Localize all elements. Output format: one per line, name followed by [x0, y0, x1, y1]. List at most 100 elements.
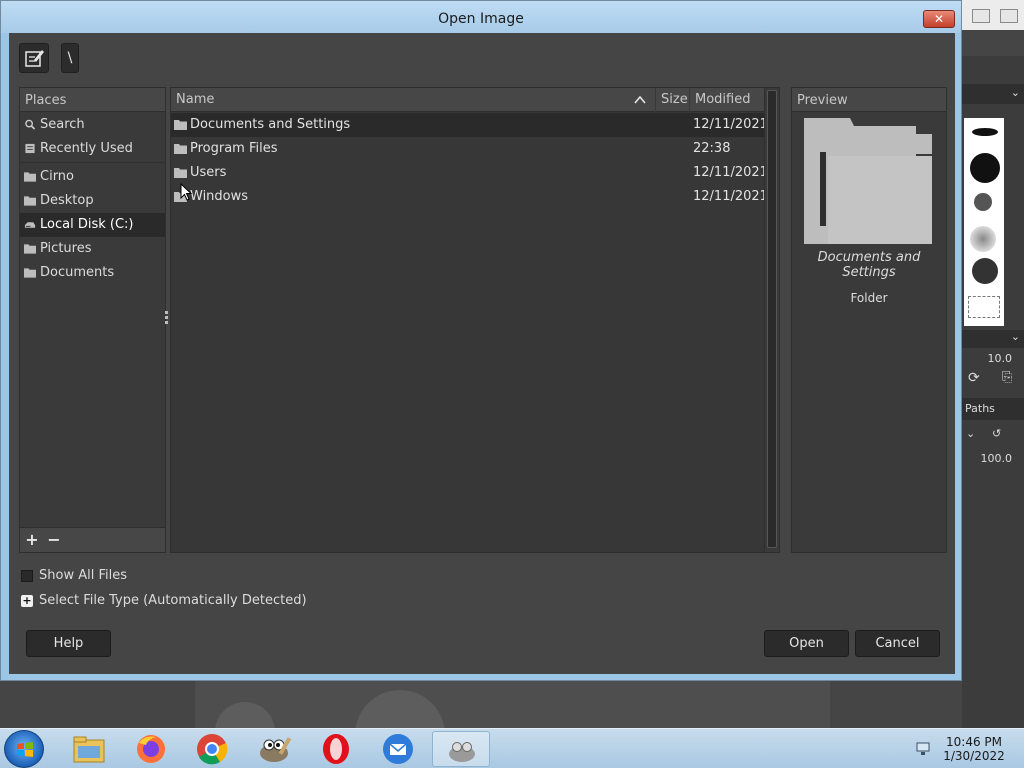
- dialog-body: \ Places Search Recently Used Cirno Desk…: [9, 33, 955, 674]
- type-location-button[interactable]: [19, 43, 49, 73]
- path-bar-root-button[interactable]: \: [61, 43, 79, 73]
- plus-expand-icon[interactable]: +: [21, 595, 33, 607]
- file-row[interactable]: Users 12/11/2021: [171, 161, 768, 185]
- file-list-header: Name Size Modified: [171, 88, 779, 112]
- places-panel: Places Search Recently Used Cirno Deskto…: [19, 87, 166, 553]
- file-row[interactable]: Program Files 22:38: [171, 137, 764, 161]
- brush-preview[interactable]: [972, 258, 998, 284]
- close-button[interactable]: ✕: [923, 10, 955, 28]
- tab-paths[interactable]: Paths: [965, 402, 995, 415]
- file-explorer-icon: [73, 736, 105, 763]
- file-modified: 12/11/2021: [693, 189, 768, 204]
- thunderbird-icon: [383, 734, 413, 764]
- brush-scroll[interactable]: ⌄: [962, 330, 1024, 348]
- pane-splitter-handle[interactable]: [165, 311, 168, 329]
- chevron-down-icon[interactable]: ⌄: [966, 427, 975, 440]
- chevron-down-icon[interactable]: ⌄: [1011, 330, 1020, 343]
- brush-selector-bar[interactable]: ⌄: [962, 84, 1024, 104]
- place-cirno[interactable]: Cirno: [20, 165, 165, 189]
- file-name: Windows: [190, 189, 249, 204]
- brush-preview[interactable]: [970, 153, 1000, 183]
- place-label: Documents: [40, 265, 115, 280]
- places-header: Places: [20, 88, 165, 112]
- add-bookmark-button[interactable]: +: [22, 530, 42, 550]
- place-documents[interactable]: Documents: [20, 261, 165, 285]
- file-row[interactable]: Documents and Settings 12/11/2021: [171, 113, 768, 137]
- file-name: Program Files: [190, 141, 278, 156]
- brush-size-value[interactable]: 10.0: [988, 352, 1013, 365]
- firefox-icon: [137, 735, 165, 763]
- opacity-value[interactable]: 100.0: [981, 452, 1013, 465]
- file-modified: 22:38: [693, 141, 731, 156]
- refresh-icon[interactable]: ⟳: [968, 370, 980, 386]
- clock-time: 10:46 PM: [946, 735, 1002, 749]
- places-divider: [20, 162, 165, 163]
- taskbar-opera[interactable]: [307, 731, 365, 767]
- taskbar-thunderbird[interactable]: [369, 731, 427, 767]
- gimp-minimize-button[interactable]: [1000, 9, 1018, 23]
- taskbar-firefox[interactable]: [122, 731, 180, 767]
- place-recently-used[interactable]: Recently Used: [20, 137, 165, 161]
- gimp-canvas[interactable]: [195, 680, 830, 768]
- column-header-size[interactable]: Size: [656, 88, 690, 112]
- gimp-icon: [260, 737, 292, 762]
- column-header-modified[interactable]: Modified: [690, 88, 764, 112]
- dialog-titlebar[interactable]: Open Image ✕: [1, 1, 961, 33]
- place-label: Search: [40, 117, 85, 132]
- file-list-scrollbar[interactable]: [764, 87, 780, 553]
- column-header-name[interactable]: Name: [171, 88, 656, 112]
- place-label: Desktop: [40, 193, 94, 208]
- taskbar-file-explorer[interactable]: [60, 731, 118, 767]
- brush-preview[interactable]: [974, 193, 992, 211]
- gimp-window-icon: [449, 742, 475, 762]
- undo-icon[interactable]: ↺: [992, 427, 1001, 440]
- brush-preview[interactable]: [968, 296, 1000, 318]
- cancel-button[interactable]: Cancel: [855, 630, 940, 657]
- start-button[interactable]: [4, 730, 44, 768]
- file-name: Documents and Settings: [190, 117, 351, 132]
- show-all-files-option[interactable]: Show All Files: [21, 567, 127, 585]
- taskbar-gimp[interactable]: [245, 731, 303, 767]
- scrollbar-thumb[interactable]: [767, 90, 777, 548]
- select-file-type-label: Select File Type (Automatically Detected…: [39, 593, 307, 608]
- brush-preview[interactable]: [970, 226, 996, 252]
- gimp-titlebar: [962, 0, 1024, 30]
- file-modified: 12/11/2021: [693, 165, 768, 180]
- place-pictures[interactable]: Pictures: [20, 237, 165, 261]
- system-clock[interactable]: 10:46 PM 1/30/2022: [940, 735, 1008, 763]
- preview-file-name: Documents and Settings: [817, 250, 921, 280]
- network-icon[interactable]: [915, 741, 931, 757]
- preview-panel: Preview Documents and Settings Folder: [791, 87, 947, 553]
- taskbar-gimp-window[interactable]: [432, 731, 490, 767]
- brush-preview[interactable]: [972, 128, 998, 136]
- select-file-type-expander[interactable]: + Select File Type (Automatically Detect…: [21, 592, 307, 610]
- folder-icon: [24, 244, 36, 254]
- remove-bookmark-button[interactable]: −: [44, 530, 64, 550]
- opera-icon: [323, 734, 349, 764]
- taskbar-chrome[interactable]: [183, 731, 241, 767]
- column-label: Name: [176, 92, 215, 107]
- place-desktop[interactable]: Desktop: [20, 189, 165, 213]
- place-search[interactable]: Search: [20, 113, 165, 137]
- place-local-disk[interactable]: Local Disk (C:): [20, 213, 165, 237]
- folder-icon: [24, 196, 36, 206]
- help-button[interactable]: Help: [26, 630, 111, 657]
- folder-icon: [24, 268, 36, 278]
- clock-date: 1/30/2022: [943, 749, 1005, 763]
- gimp-restore-button[interactable]: [972, 9, 990, 23]
- places-footer: + −: [20, 527, 165, 552]
- folder-icon: [24, 172, 36, 182]
- show-all-files-label: Show All Files: [39, 568, 127, 583]
- chevron-down-icon[interactable]: ⌄: [1011, 86, 1020, 99]
- folder-icon: [174, 120, 187, 130]
- brush-grid[interactable]: [964, 118, 1004, 326]
- windows-logo-icon: [17, 742, 33, 757]
- export-icon[interactable]: ⎘: [1002, 370, 1012, 385]
- file-row[interactable]: Windows 12/11/2021: [171, 185, 768, 209]
- file-modified: 12/11/2021: [693, 117, 768, 132]
- dialog-title: Open Image: [438, 11, 524, 27]
- show-all-files-checkbox[interactable]: [21, 570, 33, 582]
- search-icon: [25, 119, 36, 130]
- place-label: Recently Used: [40, 141, 133, 156]
- open-button[interactable]: Open: [764, 630, 849, 657]
